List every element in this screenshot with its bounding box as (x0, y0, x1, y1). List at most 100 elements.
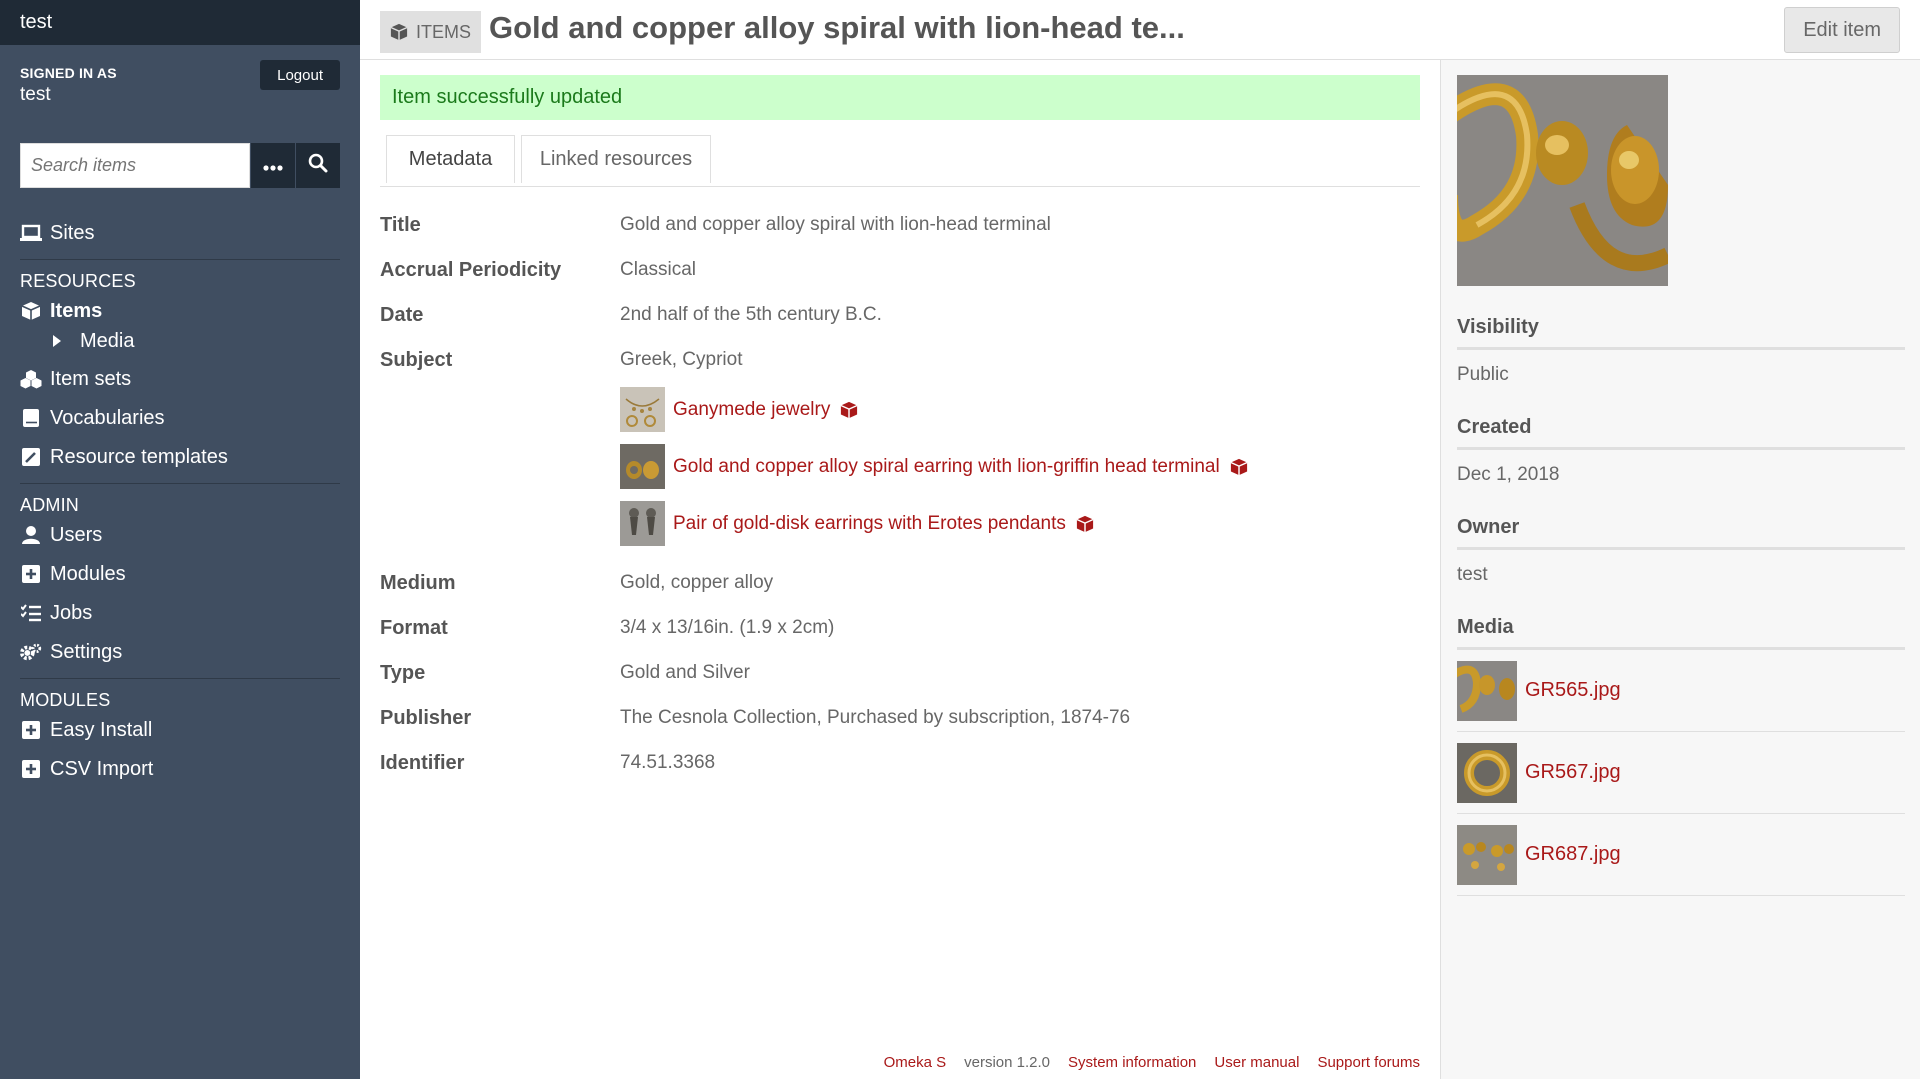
resource-thumbnail[interactable] (620, 501, 665, 546)
nav-csv-import[interactable]: CSV Import (0, 754, 360, 784)
property-label: Date (380, 304, 424, 326)
resource-type-badge: ITEMS (380, 11, 482, 53)
property-label: Accrual Periodicity (380, 259, 562, 281)
tab-linked-resources[interactable]: Linked resources (521, 135, 711, 183)
linked-resource-link[interactable]: Gold and copper alloy spiral earring wit… (673, 452, 1220, 482)
nav-easy-install[interactable]: Easy Install (0, 715, 360, 745)
media-thumbnail[interactable] (1457, 660, 1517, 721)
footer-version: version 1.2.0 (964, 1054, 1051, 1071)
property-label: Format (380, 617, 448, 639)
cubes-icon (20, 368, 42, 390)
visibility-value: Public (1457, 364, 1509, 385)
property-value: 2nd half of the 5th century B.C. (620, 304, 882, 325)
main-navigation: Sites RESOURCES Items Media Item sets Vo… (0, 218, 360, 784)
property-title: Title Gold and copper alloy spiral with … (380, 210, 1420, 240)
search-input[interactable] (20, 143, 250, 188)
linked-resource: Pair of gold-disk earrings with Erotes p… (620, 501, 1420, 546)
nav-vocabularies[interactable]: Vocabularies (0, 403, 360, 433)
linked-resource: Ganymede jewelry (620, 387, 1420, 432)
logout-button[interactable]: Logout (260, 60, 340, 90)
resource-thumbnail[interactable] (620, 387, 665, 432)
property-value: Gold, copper alloy (620, 572, 774, 593)
property-value: Gold and Silver (620, 662, 750, 683)
nav-divider (20, 483, 340, 484)
edit-square-icon (20, 446, 42, 468)
property-value: Greek, Cypriot (620, 349, 743, 370)
nav-sites[interactable]: Sites (0, 218, 360, 248)
advanced-search-button[interactable] (251, 143, 295, 188)
item-cube-icon (1076, 515, 1094, 533)
item-details: Visibility Public Created Dec 1, 2018 Ow… (1457, 75, 1905, 896)
linked-resource-link[interactable]: Pair of gold-disk earrings with Erotes p… (673, 509, 1066, 539)
nav-resource-templates[interactable]: Resource templates (0, 442, 360, 472)
visibility-heading: Visibility (1457, 316, 1905, 350)
page-title: Gold and copper alloy spiral with lion-h… (489, 10, 1185, 45)
media-link[interactable]: GR687.jpg (1525, 843, 1621, 866)
property-label: Subject (380, 349, 453, 371)
ellipsis-icon (263, 155, 283, 176)
media-link[interactable]: GR565.jpg (1525, 679, 1621, 702)
caret-right-icon (50, 330, 64, 352)
nav-users[interactable]: Users (0, 520, 360, 550)
success-message: Item successfully updated (380, 75, 1420, 120)
nav-media[interactable]: Media (0, 326, 360, 356)
gears-icon (20, 641, 42, 663)
footer-brand-link[interactable]: Omeka S (884, 1054, 947, 1071)
task-list-icon (20, 602, 42, 624)
media-link[interactable]: GR567.jpg (1525, 761, 1621, 784)
property-label: Publisher (380, 707, 472, 729)
resource-type-label: ITEMS (416, 21, 472, 42)
nav-settings[interactable]: Settings (0, 637, 360, 667)
nav-modules[interactable]: Modules (0, 559, 360, 589)
footer-support-link[interactable]: Support forums (1317, 1054, 1420, 1071)
nav-item-sets[interactable]: Item sets (0, 364, 360, 394)
cube-icon (390, 23, 408, 41)
property-label: Title (380, 214, 421, 236)
install-name[interactable]: test (0, 0, 360, 45)
media-list-item: GR567.jpg (1457, 732, 1905, 814)
item-cube-icon (840, 401, 858, 419)
property-medium: Medium Gold, copper alloy (380, 568, 1420, 598)
admin-sidebar: test SIGNED IN AS test Logout Sites RESO… (0, 0, 360, 1079)
nav-media-label: Media (80, 329, 135, 352)
nav-users-label: Users (50, 523, 103, 546)
cube-icon (20, 300, 42, 322)
search-button[interactable] (296, 143, 340, 188)
search-icon (308, 153, 328, 178)
linked-resource-link[interactable]: Ganymede jewelry (673, 395, 830, 425)
property-value: Gold and copper alloy spiral with lion-h… (620, 214, 1051, 235)
created-heading: Created (1457, 416, 1905, 450)
resource-thumbnail[interactable] (620, 444, 665, 489)
property-value: 3/4 x 13/16in. (1.9 x 2cm) (620, 617, 835, 638)
property-identifier: Identifier 74.51.3368 (380, 748, 1420, 778)
footer-user-manual-link[interactable]: User manual (1214, 1054, 1299, 1071)
page-footer: Omeka S version 1.2.0 System information… (884, 1054, 1420, 1071)
property-accrual-periodicity: Accrual Periodicity Classical (380, 255, 1420, 285)
property-publisher: Publisher The Cesnola Collection, Purcha… (380, 703, 1420, 733)
created-value: Dec 1, 2018 (1457, 464, 1560, 485)
plus-square-icon (20, 719, 42, 741)
search-form (20, 143, 340, 188)
nav-jobs[interactable]: Jobs (0, 598, 360, 628)
nav-items-label: Items (50, 299, 103, 322)
nav-settings-label: Settings (50, 640, 123, 663)
property-value: Classical (620, 259, 697, 280)
nav-items[interactable]: Items (0, 296, 360, 326)
media-thumbnail[interactable] (1457, 742, 1517, 803)
footer-system-info-link[interactable]: System information (1068, 1054, 1196, 1071)
nav-heading-resources: RESOURCES (20, 270, 136, 291)
edit-item-button[interactable]: Edit item (1784, 7, 1900, 53)
tab-metadata[interactable]: Metadata (386, 135, 515, 183)
property-date: Date 2nd half of the 5th century B.C. (380, 300, 1420, 330)
laptop-icon (20, 222, 42, 244)
nav-vocabularies-label: Vocabularies (50, 406, 165, 429)
section-tabs: Metadata Linked resources (380, 135, 1420, 187)
property-values: Greek, Cypriot Ganymede jewelry Gold and… (620, 345, 1420, 546)
nav-easy-install-label: Easy Install (50, 718, 153, 741)
item-primary-thumbnail[interactable] (1457, 75, 1668, 286)
media-thumbnail[interactable] (1457, 824, 1517, 885)
property-list: Title Gold and copper alloy spiral with … (380, 210, 1420, 793)
nav-item-sets-label: Item sets (50, 367, 132, 390)
nav-divider (20, 259, 340, 260)
plus-square-icon (20, 758, 42, 780)
